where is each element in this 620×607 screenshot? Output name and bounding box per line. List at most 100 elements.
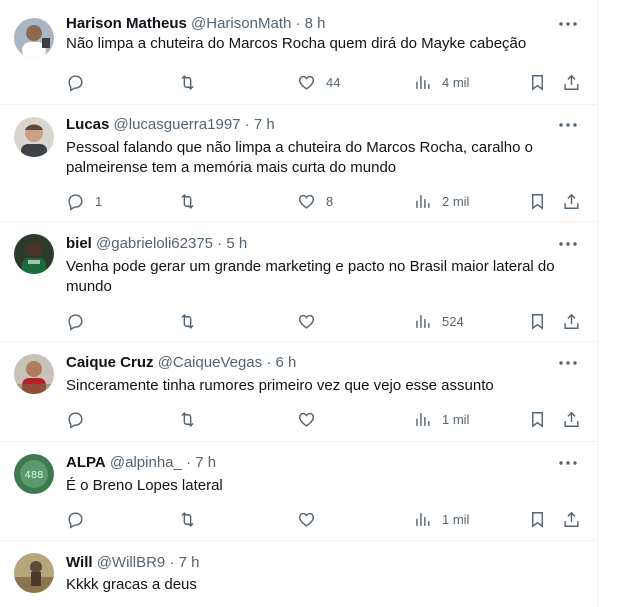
reply-icon xyxy=(68,511,83,529)
separator: · xyxy=(266,354,272,371)
more-icon[interactable] xyxy=(558,234,578,254)
tweet[interactable]: Will @WillBR9 · 7 h Kkkk gracas a deus xyxy=(0,541,597,607)
avatar[interactable] xyxy=(14,234,54,274)
author-name[interactable]: biel xyxy=(66,235,92,252)
more-icon[interactable] xyxy=(558,115,578,135)
author-handle[interactable]: @CaiqueVegas xyxy=(158,354,262,371)
retweet-icon xyxy=(181,74,194,90)
like-button[interactable] xyxy=(297,508,326,530)
tweet-text: Kkkk gracas a deus xyxy=(66,576,197,593)
reply-icon xyxy=(68,74,83,92)
reply-button[interactable] xyxy=(66,408,95,430)
views-button[interactable]: 2 mil xyxy=(413,190,469,212)
author-handle[interactable]: @HarisonMath xyxy=(191,15,291,32)
author-name[interactable]: Harison Matheus xyxy=(66,15,187,32)
like-button[interactable]: 44 xyxy=(297,71,340,93)
tweet-actions: 1 mil xyxy=(66,408,580,430)
view-count: 4 mil xyxy=(442,74,470,90)
tweet-header: Harison Matheus @HarisonMath · 8 h xyxy=(66,14,326,34)
tweet-text: É o Breno Lopes lateral xyxy=(66,477,223,494)
retweet-icon xyxy=(181,313,194,329)
tweet-actions: 524 xyxy=(66,310,580,332)
like-button[interactable] xyxy=(297,310,326,332)
retweet-button[interactable] xyxy=(178,408,207,430)
avatar[interactable] xyxy=(14,354,54,394)
tweet-header: Lucas @lucasguerra1997 · 7 h xyxy=(66,115,275,135)
reply-button[interactable] xyxy=(66,508,95,530)
timestamp[interactable]: 8 h xyxy=(305,15,326,32)
author-name[interactable]: Will xyxy=(66,554,93,571)
views-button[interactable]: 1 mil xyxy=(413,408,469,430)
author-handle[interactable]: @WillBR9 xyxy=(97,554,166,571)
view-count: 1 mil xyxy=(442,511,470,527)
author-handle[interactable]: @lucasguerra1997 xyxy=(114,116,241,133)
reply-button[interactable] xyxy=(66,310,95,332)
retweet-button[interactable] xyxy=(178,508,207,530)
timestamp[interactable]: 5 h xyxy=(226,235,247,252)
tweet-actions: 1 8 2 mil xyxy=(66,190,580,212)
like-icon xyxy=(298,194,315,209)
share-button[interactable] xyxy=(562,408,581,430)
author-name[interactable]: Lucas xyxy=(66,116,109,133)
timestamp[interactable]: 7 h xyxy=(179,554,200,571)
avatar[interactable] xyxy=(14,18,54,58)
views-button[interactable]: 4 mil xyxy=(413,71,469,93)
share-button[interactable] xyxy=(562,190,581,212)
author-handle[interactable]: @gabrieloli62375 xyxy=(96,235,213,252)
retweet-button[interactable] xyxy=(178,71,207,93)
separator: · xyxy=(217,235,223,252)
like-button[interactable]: 8 xyxy=(297,190,333,212)
reply-icon xyxy=(68,313,83,331)
views-icon xyxy=(416,314,430,328)
tweet[interactable]: Caique Cruz @CaiqueVegas · 6 h Sincerame… xyxy=(0,342,597,442)
share-button[interactable] xyxy=(562,508,581,530)
bookmark-button[interactable] xyxy=(528,408,547,430)
reply-button[interactable] xyxy=(66,71,95,93)
like-count: 8 xyxy=(326,193,334,209)
share-button[interactable] xyxy=(562,71,581,93)
avatar[interactable] xyxy=(14,553,54,593)
views-icon xyxy=(416,412,430,426)
more-icon[interactable] xyxy=(558,353,578,373)
views-button[interactable]: 524 xyxy=(413,310,464,332)
like-count: 44 xyxy=(326,74,341,90)
view-count: 2 mil xyxy=(442,193,470,209)
svg-text:488: 488 xyxy=(24,470,43,481)
reply-button[interactable]: 1 xyxy=(66,190,102,212)
avatar[interactable]: 488 xyxy=(14,454,54,494)
reply-icon xyxy=(68,193,83,211)
more-icon[interactable] xyxy=(558,453,578,473)
author-handle[interactable]: @alpinha_ xyxy=(110,454,182,471)
bookmark-button[interactable] xyxy=(528,508,547,530)
tweet-header: ALPA @alpinha_ · 7 h xyxy=(66,453,216,473)
timestamp[interactable]: 6 h xyxy=(276,354,297,371)
separator: · xyxy=(186,454,192,471)
bookmark-button[interactable] xyxy=(528,71,547,93)
tweet[interactable]: 488 ALPA @alpinha_ · 7 h É o Breno Lopes… xyxy=(0,442,597,541)
share-button[interactable] xyxy=(562,310,581,332)
author-name[interactable]: Caique Cruz xyxy=(66,354,154,371)
share-icon xyxy=(564,511,579,527)
bookmark-button[interactable] xyxy=(528,310,547,332)
retweet-icon xyxy=(181,193,194,209)
bookmark-button[interactable] xyxy=(528,190,547,212)
tweet-header: Caique Cruz @CaiqueVegas · 6 h xyxy=(66,353,296,373)
retweet-button[interactable] xyxy=(178,310,207,332)
separator: · xyxy=(169,554,175,571)
tweet-actions: 44 4 mil xyxy=(66,71,580,93)
tweet[interactable]: Harison Matheus @HarisonMath · 8 h Não l… xyxy=(0,0,597,105)
tweet-actions: 1 mil xyxy=(66,508,580,530)
like-button[interactable] xyxy=(297,408,326,430)
tweet[interactable]: Lucas @lucasguerra1997 · 7 h Pessoal fal… xyxy=(0,105,597,222)
avatar[interactable] xyxy=(14,117,54,157)
more-icon[interactable] xyxy=(558,14,578,34)
author-name[interactable]: ALPA xyxy=(66,454,106,471)
tweet[interactable]: biel @gabrieloli62375 · 5 h Venha pode g… xyxy=(0,222,597,342)
like-icon xyxy=(298,512,315,527)
like-icon xyxy=(298,412,315,427)
tweet-text: Venha pode gerar um grande marketing e p… xyxy=(66,258,555,295)
views-button[interactable]: 1 mil xyxy=(413,508,469,530)
timestamp[interactable]: 7 h xyxy=(195,454,216,471)
retweet-button[interactable] xyxy=(178,190,207,212)
timestamp[interactable]: 7 h xyxy=(254,116,275,133)
